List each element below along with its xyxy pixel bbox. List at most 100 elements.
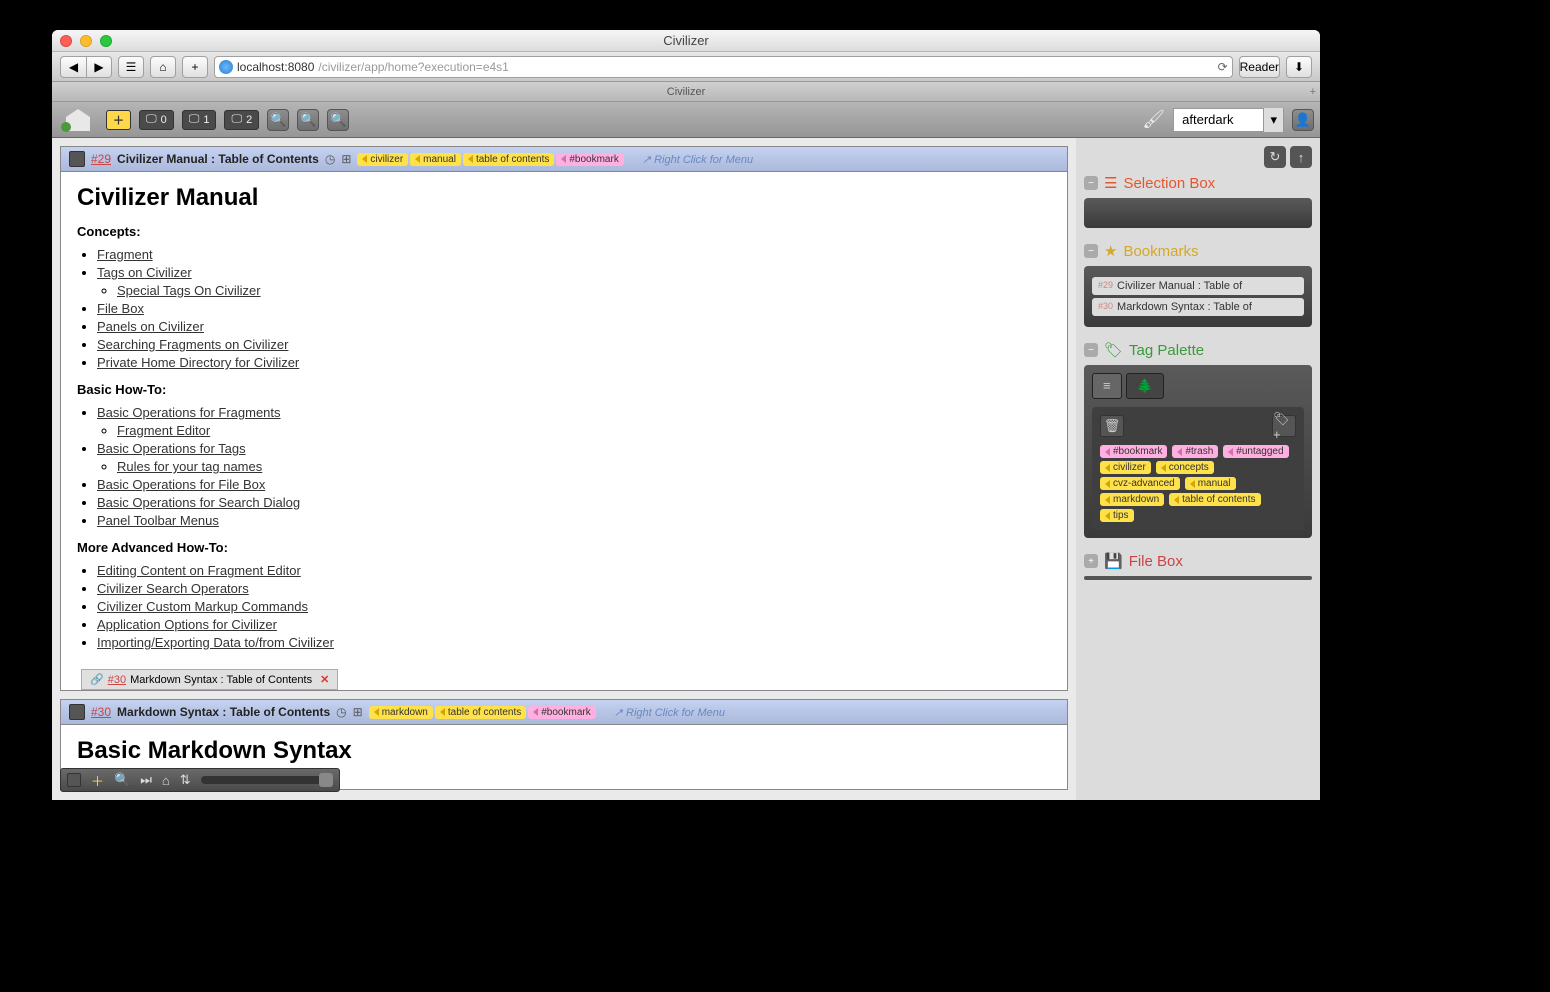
fragment-header[interactable]: #30 Markdown Syntax : Table of Contents … <box>61 700 1067 725</box>
tag-chip[interactable]: manual <box>1185 477 1236 490</box>
table-icon[interactable]: ⊞ <box>353 705 363 719</box>
content-link[interactable]: Rules for your tag names <box>117 459 262 474</box>
add-fragment-button[interactable]: ＋ <box>106 110 131 130</box>
tag-view-tree-button[interactable]: 🌲 <box>1126 373 1164 399</box>
footer-home-button[interactable]: ⌂ <box>162 773 170 788</box>
content-link[interactable]: Panel Toolbar Menus <box>97 513 219 528</box>
related-fragment[interactable]: 🔗 #30 Markdown Syntax : Table of Content… <box>81 669 338 690</box>
content-link[interactable]: Basic Operations for File Box <box>97 477 265 492</box>
content-link[interactable]: Importing/Exporting Data to/from Civiliz… <box>97 635 334 650</box>
collapse-icon[interactable]: − <box>1084 244 1098 258</box>
fragment-title: Civilizer Manual : Table of Contents <box>117 152 319 166</box>
tag-chip[interactable]: #untagged <box>1223 445 1288 458</box>
search-button-2[interactable]: 🔍 <box>297 109 319 131</box>
panel-0-button[interactable]: 🖵0 <box>139 110 174 130</box>
panel-2-button[interactable]: 🖵2 <box>224 110 259 130</box>
rotate-button[interactable]: ↻ <box>1264 146 1286 168</box>
file-box-header[interactable]: + 💾 File Box <box>1084 552 1312 570</box>
expand-icon[interactable]: + <box>1084 554 1098 568</box>
content-link[interactable]: Fragment Editor <box>117 423 210 438</box>
tag-chip[interactable]: civilizer <box>1100 461 1151 474</box>
new-tab-button[interactable]: + <box>1310 86 1316 98</box>
search-button-1[interactable]: 🔍 <box>267 109 289 131</box>
up-button[interactable]: ↑ <box>1290 146 1312 168</box>
footer-add-button[interactable]: ＋ <box>91 771 104 790</box>
bookmarks-button[interactable]: ☰ <box>118 56 144 78</box>
reload-icon[interactable]: ⟳ <box>1218 60 1228 74</box>
footer-search-button[interactable]: 🔍 <box>114 772 130 788</box>
titlebar: Civilizer <box>52 30 1320 52</box>
content-link[interactable]: File Box <box>97 301 144 316</box>
tag-chip[interactable]: #bookmark <box>1100 445 1167 458</box>
tag-chip[interactable]: table of contents <box>1169 493 1260 506</box>
footer-sort-button[interactable]: ⇅ <box>180 772 191 788</box>
tag-chip[interactable]: manual <box>410 153 461 166</box>
footer-checkbox[interactable] <box>67 773 81 787</box>
brush-icon[interactable]: 🖌 <box>1142 109 1165 130</box>
content-link[interactable]: Civilizer Custom Markup Commands <box>97 599 308 614</box>
content-link[interactable]: Application Options for Civilizer <box>97 617 277 632</box>
fragment-id-link[interactable]: #29 <box>91 152 111 166</box>
content-link[interactable]: Searching Fragments on Civilizer <box>97 337 288 352</box>
content-title: Basic Markdown Syntax <box>77 737 1051 765</box>
tag-chip[interactable]: markdown <box>369 706 433 719</box>
search-button-3[interactable]: 🔍 <box>327 109 349 131</box>
tag-chip[interactable]: table of contents <box>435 706 526 719</box>
bookmarks-header[interactable]: − ★ Bookmarks <box>1084 242 1312 260</box>
tag-chip[interactable]: #bookmark <box>556 153 623 166</box>
forward-button[interactable]: ▶ <box>86 56 112 78</box>
tags-icon: 🏷 <box>1104 341 1123 359</box>
list-item: Fragment <box>97 247 1051 262</box>
fragment-checkbox[interactable] <box>69 704 85 720</box>
url-bar[interactable]: localhost:8080/civilizer/app/home?execut… <box>214 56 1233 78</box>
tag-view-list-button[interactable]: ≡ <box>1092 373 1122 399</box>
clock-icon[interactable]: ◷ <box>336 705 346 719</box>
home-button[interactable]: ⌂ <box>150 56 176 78</box>
footer-slider[interactable] <box>201 776 333 784</box>
content-link[interactable]: Tags on Civilizer <box>97 265 192 280</box>
theme-select[interactable]: afterdark ▾ <box>1173 108 1284 132</box>
content-link[interactable]: Panels on Civilizer <box>97 319 204 334</box>
tag-chip[interactable]: #bookmark <box>528 706 595 719</box>
content-link[interactable]: Civilizer Search Operators <box>97 581 249 596</box>
tag-chip[interactable]: markdown <box>1100 493 1164 506</box>
content-link[interactable]: Editing Content on Fragment Editor <box>97 563 301 578</box>
tag-chip[interactable]: #trash <box>1172 445 1218 458</box>
content-link[interactable]: Fragment <box>97 247 153 262</box>
tab-title[interactable]: Civilizer <box>667 86 706 98</box>
collapse-icon[interactable]: − <box>1084 176 1098 190</box>
fragment-checkbox[interactable] <box>69 151 85 167</box>
footer-next-button[interactable]: ⏭ <box>140 772 152 788</box>
content-link[interactable]: Special Tags On Civilizer <box>117 283 261 298</box>
back-button[interactable]: ◀ <box>60 56 86 78</box>
tag-chip[interactable]: civilizer <box>357 153 408 166</box>
content-link[interactable]: Basic Operations for Fragments <box>97 405 281 420</box>
tag-chip[interactable]: table of contents <box>463 153 554 166</box>
collapse-icon[interactable]: − <box>1084 343 1098 357</box>
downloads-button[interactable]: ⬇ <box>1286 56 1312 78</box>
related-id[interactable]: #30 <box>108 674 126 686</box>
tag-plus-icon: 🏷+ <box>1273 411 1295 442</box>
add-tag-button[interactable]: 🏷+ <box>1272 415 1296 437</box>
bookmark-item[interactable]: #30Markdown Syntax : Table of <box>1092 298 1304 316</box>
bookmark-item[interactable]: #29Civilizer Manual : Table of <box>1092 277 1304 295</box>
reader-button[interactable]: Reader <box>1239 56 1280 78</box>
table-icon[interactable]: ⊞ <box>341 152 351 166</box>
tag-palette-header[interactable]: − 🏷 Tag Palette <box>1084 341 1312 359</box>
add-tab-button[interactable]: + <box>182 56 208 78</box>
tag-chip[interactable]: concepts <box>1156 461 1214 474</box>
panel-1-button[interactable]: 🖵1 <box>182 110 217 130</box>
related-close-icon[interactable]: ✕ <box>320 673 329 686</box>
fragment-header[interactable]: #29 Civilizer Manual : Table of Contents… <box>61 147 1067 172</box>
tag-chip[interactable]: cvz-advanced <box>1100 477 1180 490</box>
content-link[interactable]: Basic Operations for Tags <box>97 441 246 456</box>
trash-button[interactable]: 🗑 <box>1100 415 1124 437</box>
tag-chip[interactable]: tips <box>1100 509 1134 522</box>
content-link[interactable]: Private Home Directory for Civilizer <box>97 355 299 370</box>
clock-icon[interactable]: ◷ <box>325 152 335 166</box>
user-button[interactable]: 👤 <box>1292 109 1314 131</box>
app-logo[interactable] <box>58 106 98 134</box>
content-link[interactable]: Basic Operations for Search Dialog <box>97 495 300 510</box>
fragment-id-link[interactable]: #30 <box>91 705 111 719</box>
selection-box-header[interactable]: − ☰ Selection Box <box>1084 174 1312 192</box>
